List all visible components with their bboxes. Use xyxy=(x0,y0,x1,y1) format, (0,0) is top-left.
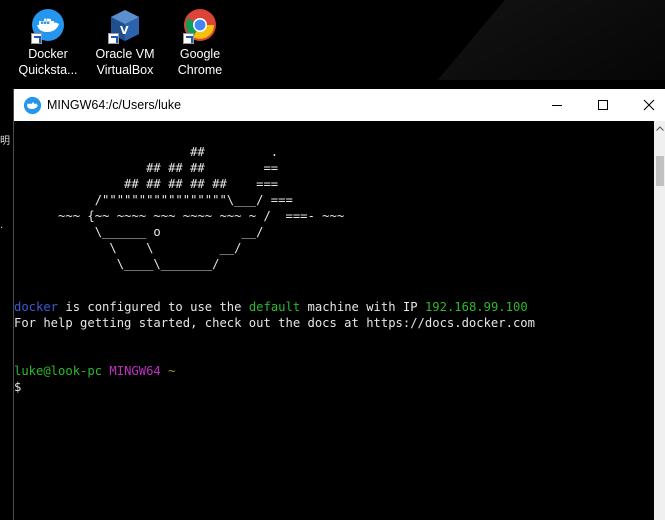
maximize-icon xyxy=(598,100,608,110)
prompt-shell: MINGW64 xyxy=(109,364,161,378)
virtualbox-icon: V xyxy=(108,8,142,44)
ascii-art-line: ~~~ {~~ ~~~~ ~~~ ~~~~ ~~~ ~ / ===- ~~~ xyxy=(14,209,345,223)
prompt-path: ~ xyxy=(168,364,176,378)
ascii-art-line: \____\_______/ xyxy=(14,257,220,271)
window-title: MINGW64:/c/Users/luke xyxy=(47,98,182,112)
shortcut-arrow-icon xyxy=(183,33,194,44)
ascii-art-line: ## ## ## == xyxy=(14,161,279,175)
docker-word: docker xyxy=(14,300,59,314)
ascii-art-line: \______ o __/ xyxy=(14,225,264,239)
close-icon xyxy=(643,99,655,111)
chrome-icon xyxy=(183,8,217,44)
info-text: machine with IP xyxy=(300,300,425,314)
prompt-line: luke@look-pc MINGW64 ~ xyxy=(14,363,175,379)
minimize-button[interactable] xyxy=(534,89,580,121)
docker-info-line: docker is configured to use the default … xyxy=(14,299,528,315)
prompt-user-host: luke@look-pc xyxy=(14,364,103,378)
desktop-icon-docker-quickstart[interactable]: Docker Quicksta... xyxy=(15,8,81,78)
ascii-art-line: ## . xyxy=(14,145,279,159)
command-input[interactable]: $ xyxy=(14,379,21,395)
scroll-up-button[interactable] xyxy=(654,121,665,135)
machine-ip: 192.168.99.100 xyxy=(424,300,528,314)
docker-quickstart-icon xyxy=(31,8,65,44)
edge-glyph: . xyxy=(0,220,4,231)
prompt-symbol: $ xyxy=(14,380,22,394)
desktop-icon-virtualbox[interactable]: V Oracle VM VirtualBox xyxy=(92,8,158,78)
desktop-icon-label: Chrome xyxy=(177,63,223,77)
desktop-icon-label: Google xyxy=(179,47,221,61)
desktop-icon-label: Quicksta... xyxy=(18,63,78,77)
desktop-icon-label: Docker xyxy=(28,47,68,61)
wallpaper-stripe xyxy=(437,0,665,80)
title-bar[interactable]: MINGW64:/c/Users/luke xyxy=(14,89,665,121)
desktop-icon-label: Oracle VM xyxy=(95,47,155,61)
minimize-icon xyxy=(552,104,562,106)
desktop-icon-label: VirtualBox xyxy=(96,63,154,77)
terminal-output[interactable]: ## . ## ## ## == ## ## ## ## ## === /"""… xyxy=(14,121,654,520)
info-text: is configured to use the xyxy=(58,300,249,314)
scroll-thumb[interactable] xyxy=(656,156,664,186)
shortcut-arrow-icon xyxy=(31,33,42,44)
vertical-scrollbar[interactable] xyxy=(654,121,665,520)
desktop: 明 . Docker Quicksta... V Oracle VM Virtu… xyxy=(0,0,665,520)
ascii-art-line: /"""""""""""""""""\___/ === xyxy=(14,193,293,207)
shortcut-arrow-icon xyxy=(108,33,119,44)
edge-glyph: 明 xyxy=(0,136,10,147)
ascii-art-line: \ \ __/ xyxy=(14,241,242,255)
mingw-app-icon xyxy=(24,96,41,114)
terminal-window[interactable]: MINGW64:/c/Users/luke ## . ## ## ## == #… xyxy=(13,89,665,520)
svg-text:V: V xyxy=(120,24,129,37)
desktop-icon-chrome[interactable]: Google Chrome xyxy=(167,8,233,78)
close-button[interactable] xyxy=(626,89,665,121)
ascii-art-line: ## ## ## ## ## === xyxy=(14,177,279,191)
maximize-button[interactable] xyxy=(580,89,626,121)
chevron-up-icon xyxy=(656,125,664,131)
default-machine-word: default xyxy=(248,300,301,314)
help-line: For help getting started, check out the … xyxy=(14,316,535,330)
background-window-edge: 明 . xyxy=(0,88,14,520)
